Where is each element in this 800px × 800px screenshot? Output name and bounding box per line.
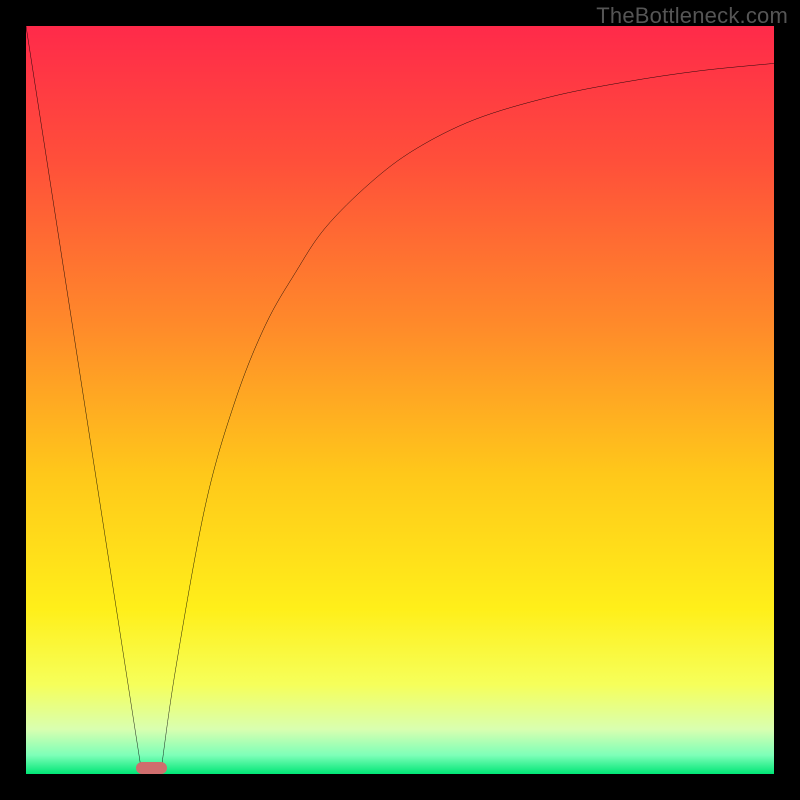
chart-frame: TheBottleneck.com: [0, 0, 800, 800]
watermark-text: TheBottleneck.com: [596, 3, 788, 29]
bottleneck-marker: [136, 762, 167, 774]
curves-layer: [26, 26, 774, 774]
left-line-path: [26, 26, 142, 774]
plot-area: [26, 26, 774, 774]
right-curve-path: [161, 63, 774, 774]
